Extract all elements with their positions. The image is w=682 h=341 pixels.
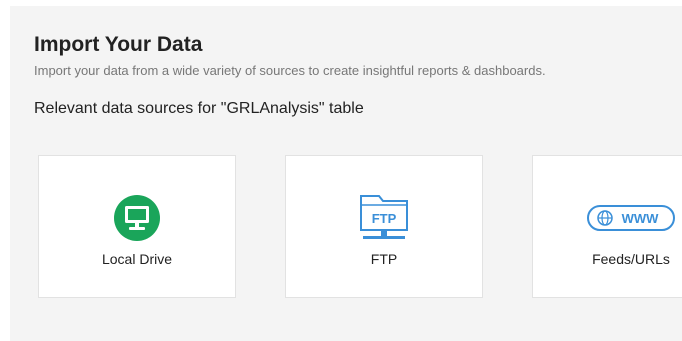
page-title: Import Your Data	[34, 33, 203, 56]
page-subtitle: Import your data from a wide variety of …	[34, 63, 546, 78]
www-icon-text: WWW	[622, 211, 660, 226]
source-card-feeds-urls[interactable]: WWW Feeds/URLs	[532, 155, 682, 298]
data-sources-heading: Relevant data sources for "GRLAnalysis" …	[34, 100, 364, 117]
source-card-local-drive[interactable]: Local Drive	[38, 155, 236, 298]
www-globe-icon: WWW	[533, 194, 682, 242]
import-data-panel: Import Your Data Import your data from a…	[10, 6, 682, 341]
source-label-local-drive: Local Drive	[101, 251, 173, 267]
monitor-icon	[39, 194, 235, 242]
source-label-ftp: FTP	[370, 251, 398, 267]
source-label-feeds-urls: Feeds/URLs	[592, 251, 670, 267]
source-card-ftp[interactable]: FTP FTP	[285, 155, 483, 298]
ftp-icon-text: FTP	[372, 211, 397, 226]
ftp-folder-icon: FTP	[286, 194, 482, 242]
